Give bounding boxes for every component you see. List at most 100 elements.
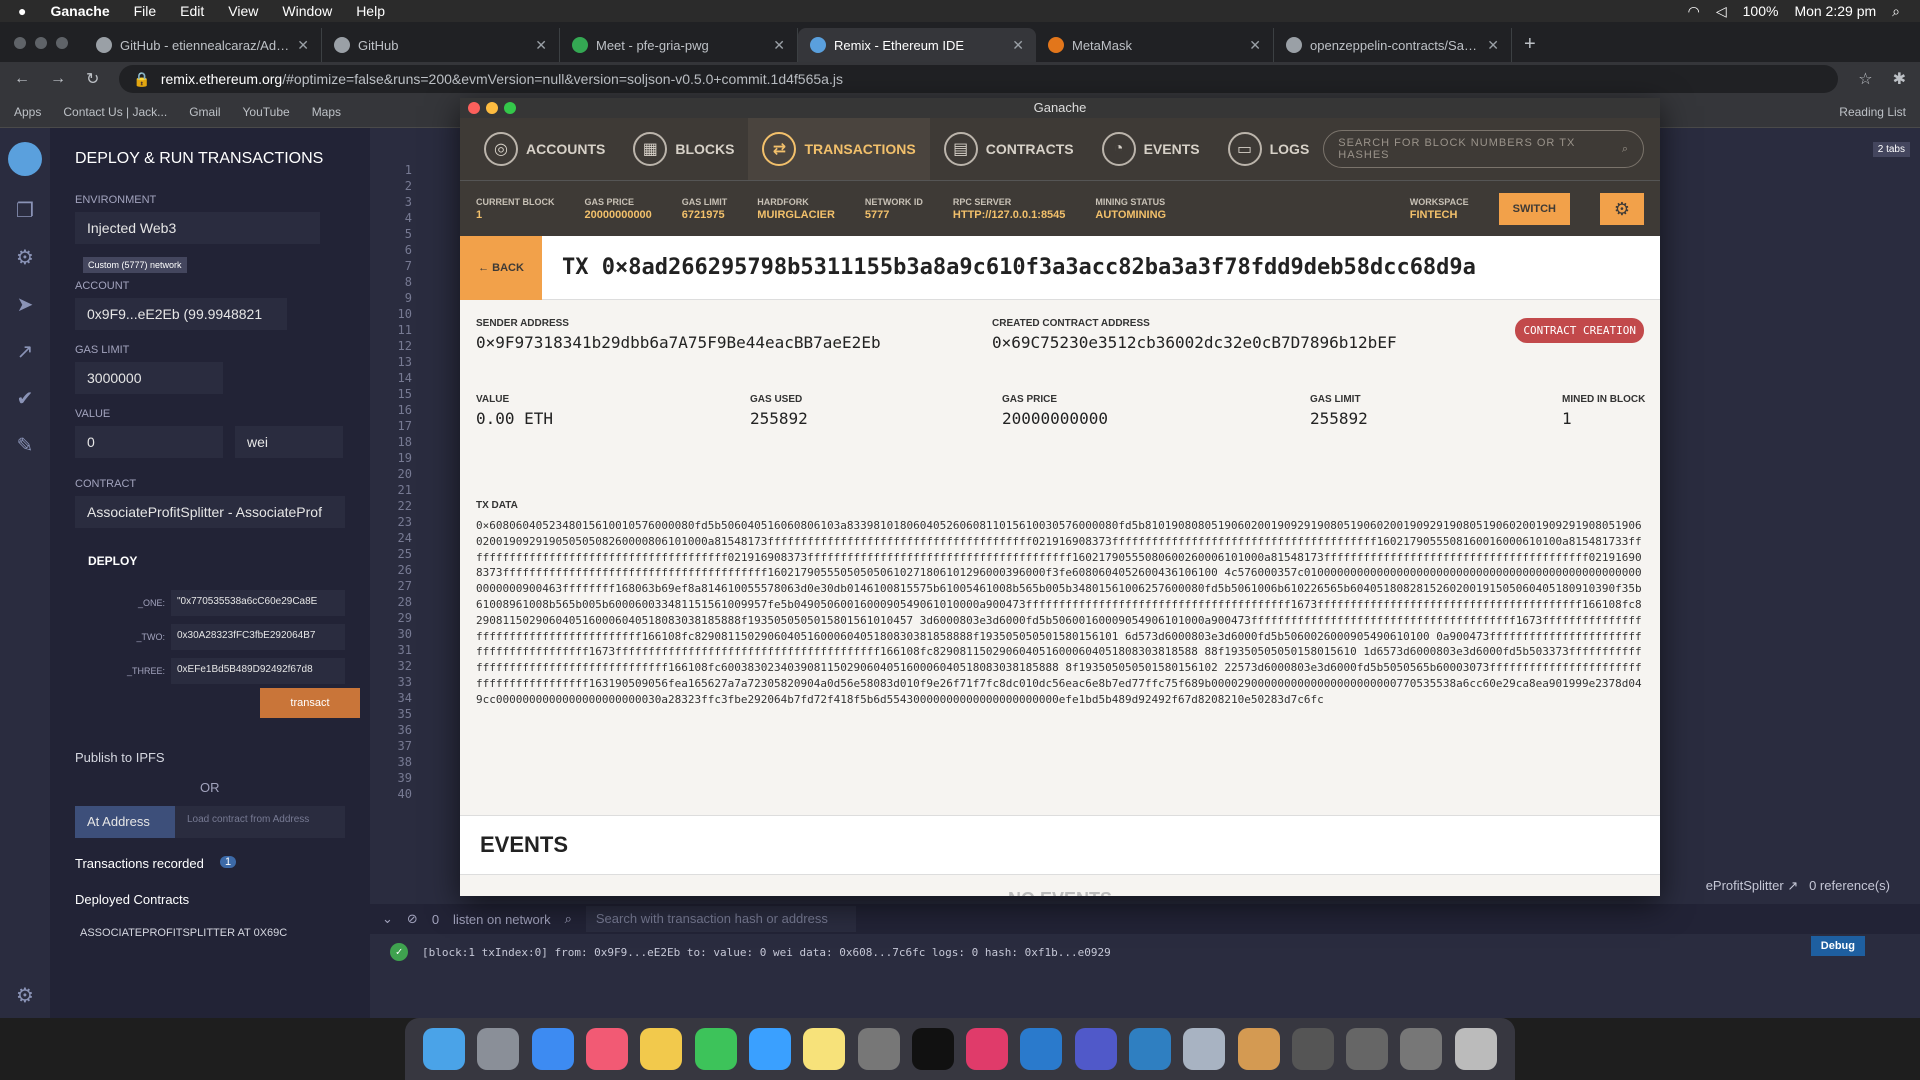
max-dot[interactable]	[56, 37, 68, 49]
forward-icon[interactable]: →	[50, 70, 66, 88]
tab-metamask[interactable]: MetaMask ✕	[1036, 28, 1274, 62]
bookmark-contact[interactable]: Contact Us | Jack...	[63, 105, 167, 119]
reading-list[interactable]: Reading List	[1839, 105, 1906, 119]
active-app-name[interactable]: Ganache	[50, 3, 109, 19]
notes-icon[interactable]	[803, 1028, 846, 1070]
listen-network-checkbox[interactable]: listen on network	[453, 912, 551, 927]
deployed-contract-item[interactable]: ASSOCIATEPROFITSPLITTER AT 0X69C	[80, 927, 287, 939]
trash-icon[interactable]	[1454, 1028, 1497, 1070]
gas-limit-input[interactable]: 3000000	[75, 362, 223, 394]
switch-button[interactable]: SWITCH	[1498, 192, 1570, 225]
finder-icon[interactable]	[423, 1028, 466, 1070]
contract-select[interactable]: AssociateProfitSplitter - AssociateProf	[75, 496, 345, 528]
close-icon[interactable]: ✕	[1012, 37, 1024, 54]
window-thumb-icon[interactable]	[1291, 1028, 1334, 1070]
terminal-search-input[interactable]: Search with transaction hash or address	[585, 906, 856, 932]
apple-icon[interactable]: ●	[18, 3, 26, 19]
tab-github-advan[interactable]: GitHub - etiennealcaraz/Advan ✕	[84, 28, 322, 62]
reload-icon[interactable]: ↻	[86, 69, 99, 89]
transactions-recorded[interactable]: Transactions recorded	[75, 856, 204, 871]
analysis-icon[interactable]: ↗	[17, 339, 34, 364]
close-icon[interactable]: ✕	[1487, 37, 1499, 54]
bookmark-gmail[interactable]: Gmail	[189, 105, 220, 119]
clock[interactable]: Mon 2:29 pm	[1794, 3, 1876, 19]
teams-icon[interactable]	[1074, 1028, 1117, 1070]
environment-select[interactable]: Injected Web3	[75, 212, 320, 244]
close-dot[interactable]	[468, 102, 480, 114]
close-icon[interactable]: ✕	[773, 37, 785, 54]
bookmark-maps[interactable]: Maps	[312, 105, 341, 119]
launchpad-icon[interactable]	[477, 1028, 520, 1070]
bookmark-youtube[interactable]: YouTube	[243, 105, 290, 119]
max-dot[interactable]	[504, 102, 516, 114]
wifi-icon[interactable]: ◠	[1688, 3, 1700, 20]
deploy-icon[interactable]: ➤	[17, 292, 34, 317]
tab-openzeppelin[interactable]: openzeppelin-contracts/SafeM ✕	[1274, 28, 1512, 62]
chrome-icon[interactable]	[640, 1028, 683, 1070]
window-thumb-icon[interactable]	[1400, 1028, 1443, 1070]
ganache-icon[interactable]	[1237, 1028, 1280, 1070]
volume-icon[interactable]: ◁	[1716, 3, 1727, 20]
settings-icon[interactable]: ⚙	[16, 983, 34, 1008]
nav-logs[interactable]: ▭ LOGS	[1214, 118, 1324, 180]
load-contract-input[interactable]: Load contract from Address	[175, 806, 345, 838]
back-icon[interactable]: ←	[14, 70, 30, 88]
app-icon[interactable]	[1129, 1028, 1171, 1070]
plugin-icon[interactable]: ✎	[17, 433, 34, 458]
bookmark-apps[interactable]: Apps	[14, 105, 41, 119]
menu-edit[interactable]: Edit	[180, 3, 204, 19]
test-icon[interactable]: ✔	[17, 386, 34, 411]
close-icon[interactable]: ✕	[297, 37, 309, 54]
tab-github[interactable]: GitHub ✕	[322, 28, 560, 62]
new-tab-button[interactable]: +	[1512, 33, 1548, 62]
preview-icon[interactable]	[1183, 1028, 1226, 1070]
nav-accounts[interactable]: ◎ ACCOUNTS	[470, 118, 619, 180]
file-explorer-icon[interactable]: ❐	[16, 198, 34, 223]
account-select[interactable]: 0x9F9...eE2Eb (99.9948821	[75, 298, 287, 330]
terminal-collapse-icon[interactable]: ⌄	[382, 911, 393, 927]
vscode-icon[interactable]	[1020, 1028, 1063, 1070]
transact-button[interactable]: transact	[260, 688, 360, 718]
min-dot[interactable]	[35, 37, 47, 49]
debug-button[interactable]: Debug	[1810, 936, 1865, 956]
deploy-header[interactable]: DEPLOY	[88, 554, 137, 568]
slack-icon[interactable]	[966, 1028, 1009, 1070]
url-bar[interactable]: 🔒 remix.ethereum.org/#optimize=false&run…	[119, 65, 1839, 93]
nav-events[interactable]: ◔ EVENTS	[1088, 118, 1214, 180]
remix-logo-icon[interactable]	[8, 142, 42, 176]
tab-meet[interactable]: Meet - pfe-gria-pwg ✕	[560, 28, 798, 62]
compiler-icon[interactable]: ⚙	[16, 245, 34, 270]
nav-blocks[interactable]: ▦ BLOCKS	[619, 118, 748, 180]
facetime-icon[interactable]	[694, 1028, 737, 1070]
music-icon[interactable]	[586, 1028, 629, 1070]
battery-percent[interactable]: 100%	[1743, 3, 1779, 19]
terminal-icon[interactable]	[911, 1028, 954, 1070]
publish-ipfs[interactable]: Publish to IPFS	[75, 750, 165, 765]
log-text[interactable]: [block:1 txIndex:0] from: 0x9F9...eE2Eb …	[422, 946, 1111, 959]
extensions-icon[interactable]: ✱	[1893, 69, 1906, 89]
spotlight-icon[interactable]: ⌕	[1892, 3, 1900, 20]
system-preferences-icon[interactable]	[857, 1028, 900, 1070]
menu-window[interactable]: Window	[282, 3, 332, 19]
min-dot[interactable]	[486, 102, 498, 114]
nav-contracts[interactable]: ▤ CONTRACTS	[930, 118, 1088, 180]
ganache-search-input[interactable]: SEARCH FOR BLOCK NUMBERS OR TX HASHES ⌕	[1323, 130, 1644, 168]
messages-icon[interactable]	[748, 1028, 791, 1070]
value-input[interactable]: 0	[75, 426, 223, 458]
gear-icon[interactable]: ⚙	[1600, 192, 1644, 225]
at-address-button[interactable]: At Address	[75, 806, 175, 838]
tabs-count[interactable]: 2 tabs	[1872, 142, 1910, 157]
value-unit-select[interactable]: wei	[235, 426, 343, 458]
safari-icon[interactable]	[531, 1028, 574, 1070]
tab-remix[interactable]: Remix - Ethereum IDE ✕	[798, 28, 1036, 62]
menu-help[interactable]: Help	[356, 3, 385, 19]
close-dot[interactable]	[14, 37, 26, 49]
nav-transactions[interactable]: ⇄ TRANSACTIONS	[748, 118, 930, 180]
close-icon[interactable]: ✕	[535, 37, 547, 54]
back-button[interactable]: ← BACK	[460, 235, 542, 300]
window-thumb-icon[interactable]	[1346, 1028, 1389, 1070]
terminal-clear-icon[interactable]: ⊘	[407, 911, 418, 927]
menu-view[interactable]: View	[228, 3, 258, 19]
menu-file[interactable]: File	[134, 3, 157, 19]
close-icon[interactable]: ✕	[1249, 37, 1261, 54]
